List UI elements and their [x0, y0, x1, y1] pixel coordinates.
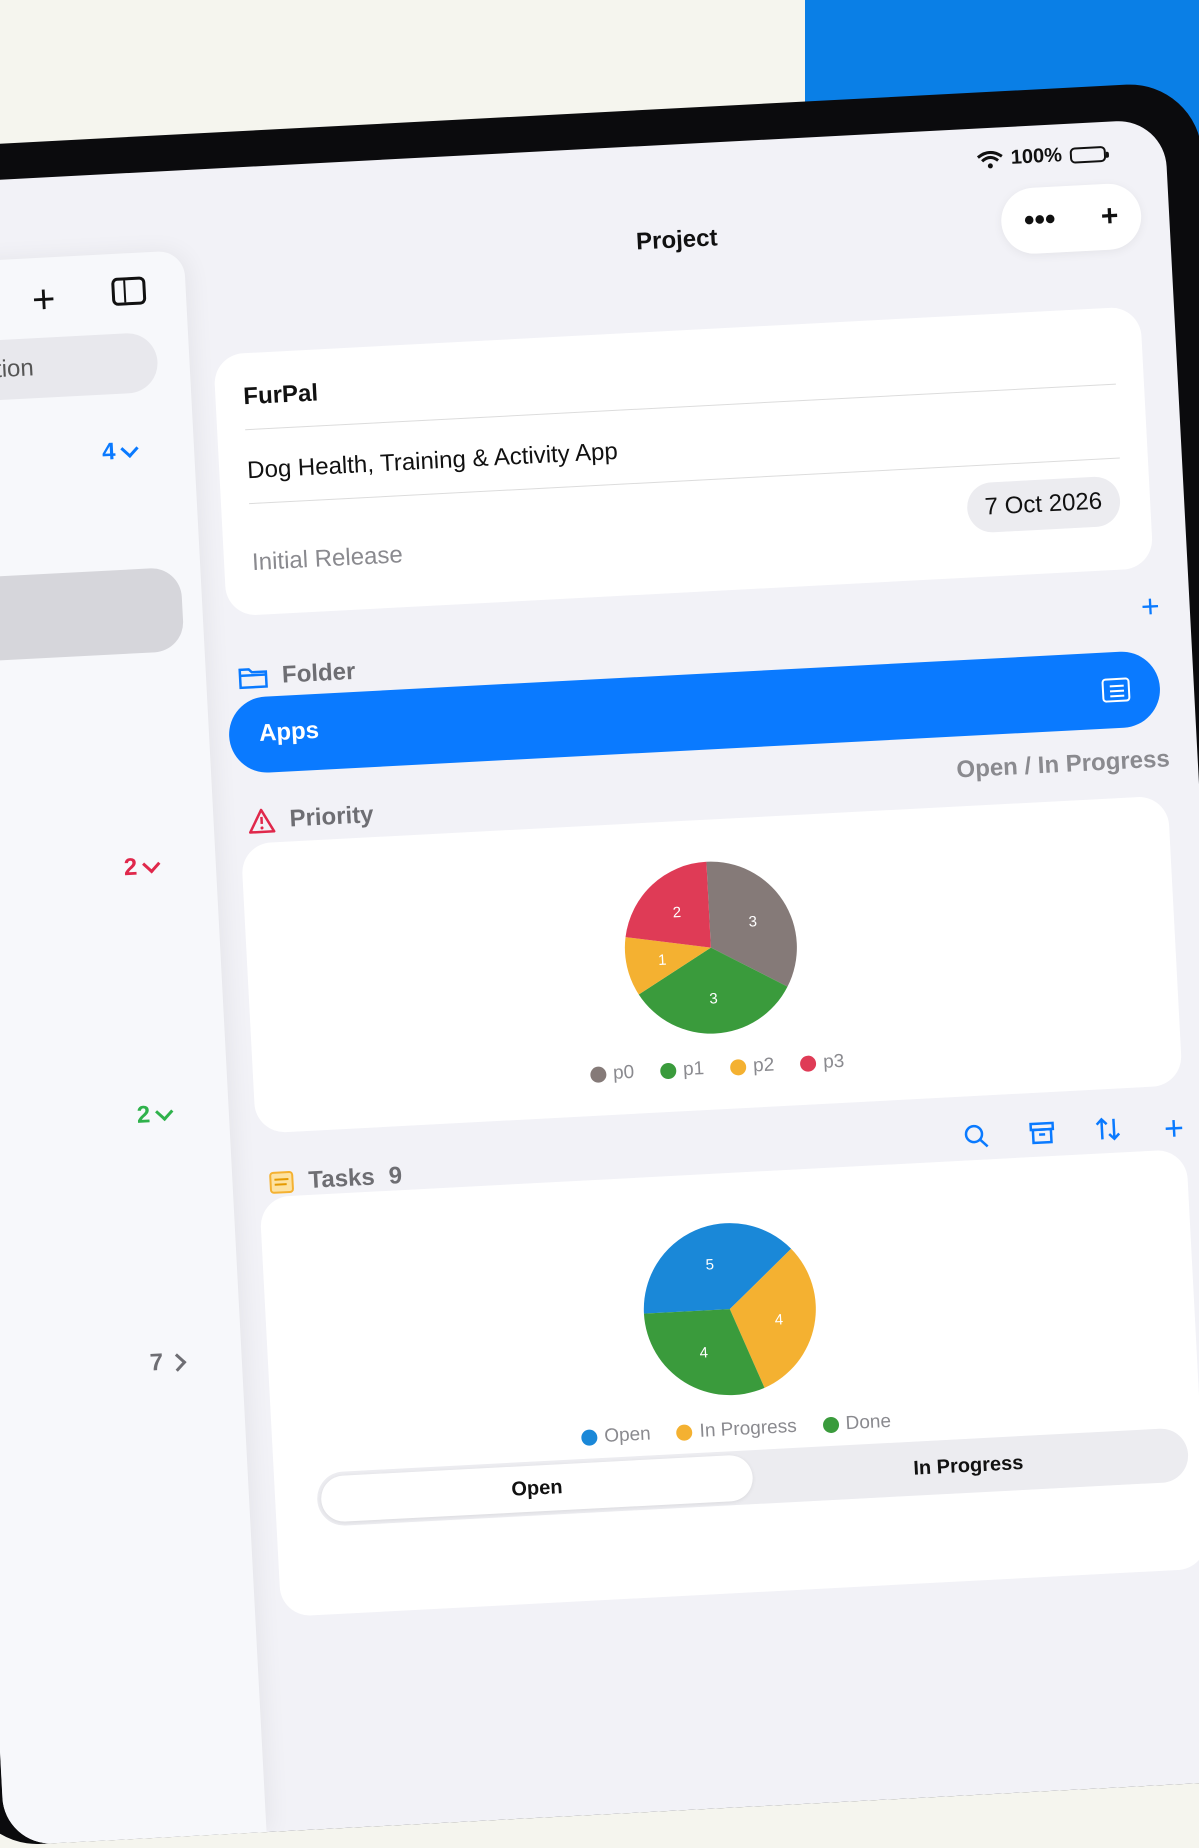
- priority-legend-item: p2: [730, 1054, 775, 1078]
- priority-chart-card: 3 3 1 2 p0 p1 p2 p3: [241, 795, 1183, 1133]
- tasks-legend-dot: [822, 1417, 839, 1434]
- tasks-legend-label: In Progress: [699, 1416, 797, 1443]
- priority-legend: p0 p1 p2 p3: [253, 1033, 1181, 1104]
- tasks-legend-item: In Progress: [676, 1416, 797, 1444]
- priority-legend-dot: [800, 1055, 817, 1072]
- tasks-legend-item: Done: [822, 1411, 891, 1437]
- priority-legend-dot: [590, 1066, 607, 1083]
- search-icon[interactable]: [960, 1122, 992, 1157]
- sidebar-selected-item[interactable]: [0, 567, 185, 665]
- tasks-legend-dot: [676, 1424, 693, 1441]
- tasks-chart-card: 5 4 4 Open In Progress Done: [259, 1149, 1199, 1617]
- priority-filter-label[interactable]: Open / In Progress: [956, 745, 1171, 784]
- project-name-field[interactable]: FurPal: [243, 338, 1116, 431]
- sidebar-add-icon[interactable]: +: [31, 279, 56, 320]
- screen: 100% + Description 4 2 2 s 7 Proje: [0, 119, 1199, 1846]
- project-info-card: FurPal Dog Health, Training & Activity A…: [213, 306, 1153, 616]
- priority-legend-label: p3: [823, 1051, 845, 1074]
- ellipsis-icon[interactable]: •••: [1023, 205, 1056, 237]
- document-icon[interactable]: [1101, 677, 1130, 702]
- tasks-legend-dot: [581, 1429, 598, 1446]
- folder-item-label: Apps: [258, 717, 319, 748]
- priority-legend-item: p0: [590, 1062, 635, 1086]
- tasks-legend-item: Open: [581, 1423, 652, 1449]
- chevron-down-icon: [155, 1102, 173, 1120]
- sidebar-toggle-icon[interactable]: [111, 276, 146, 306]
- sidebar-count-2[interactable]: 2: [123, 852, 159, 882]
- priority-legend-item: p1: [660, 1058, 705, 1082]
- ipad-frame: 100% + Description 4 2 2 s 7 Proje: [0, 81, 1199, 1848]
- sort-icon[interactable]: [1092, 1115, 1124, 1150]
- tasks-header-label: Tasks: [308, 1164, 376, 1195]
- main-content: Project ••• + FurPal Dog Health, Trainin…: [179, 119, 1199, 1832]
- priority-slice-label: 3: [709, 990, 718, 1007]
- folder-icon: [237, 664, 268, 690]
- priority-legend-dot: [660, 1063, 677, 1080]
- priority-header-label: Priority: [289, 801, 374, 833]
- chevron-down-icon: [121, 439, 139, 457]
- priority-header: Priority: [247, 801, 374, 836]
- date-pill[interactable]: 7 Oct 2026: [966, 476, 1122, 534]
- priority-legend-label: p1: [683, 1058, 705, 1081]
- priority-slice-label: 2: [672, 904, 681, 921]
- tasks-legend-label: Open: [604, 1423, 652, 1447]
- tasks-count: 9: [388, 1162, 403, 1191]
- folder-header: Folder: [237, 658, 356, 692]
- sidebar-count-3[interactable]: 2: [136, 1100, 172, 1130]
- tasks-slice-label: 4: [699, 1344, 708, 1361]
- tasks-slice-label: 4: [774, 1311, 783, 1328]
- warning-icon: [247, 807, 276, 834]
- sidebar-count-1[interactable]: 4: [101, 437, 137, 467]
- plus-icon[interactable]: +: [1100, 201, 1119, 232]
- tasks-legend-label: Done: [845, 1411, 892, 1435]
- toolbar: ••• +: [1000, 182, 1143, 255]
- priority-legend-item: p3: [800, 1051, 845, 1075]
- priority-legend-label: p2: [753, 1054, 775, 1077]
- chevron-down-icon: [142, 855, 160, 873]
- sidebar-search-input[interactable]: Description: [0, 332, 159, 404]
- plus-icon[interactable]: +: [1158, 1109, 1190, 1150]
- archive-icon[interactable]: [1026, 1119, 1058, 1154]
- priority-slice-label: 3: [748, 913, 757, 930]
- tasks-slice-label: 5: [705, 1256, 714, 1273]
- sidebar-count-4[interactable]: 7: [149, 1348, 185, 1378]
- priority-slice-label: 1: [658, 952, 667, 969]
- tasks-icon: [268, 1170, 295, 1195]
- priority-pie-chart: 3 3 1 2: [618, 855, 803, 1040]
- chevron-right-icon: [169, 1353, 187, 1371]
- folder-header-label: Folder: [281, 658, 356, 690]
- tasks-pie-chart: 5 4 4: [637, 1217, 822, 1402]
- add-folder-icon[interactable]: +: [1140, 590, 1160, 623]
- priority-legend-label: p0: [613, 1062, 635, 1085]
- priority-legend-dot: [730, 1059, 747, 1076]
